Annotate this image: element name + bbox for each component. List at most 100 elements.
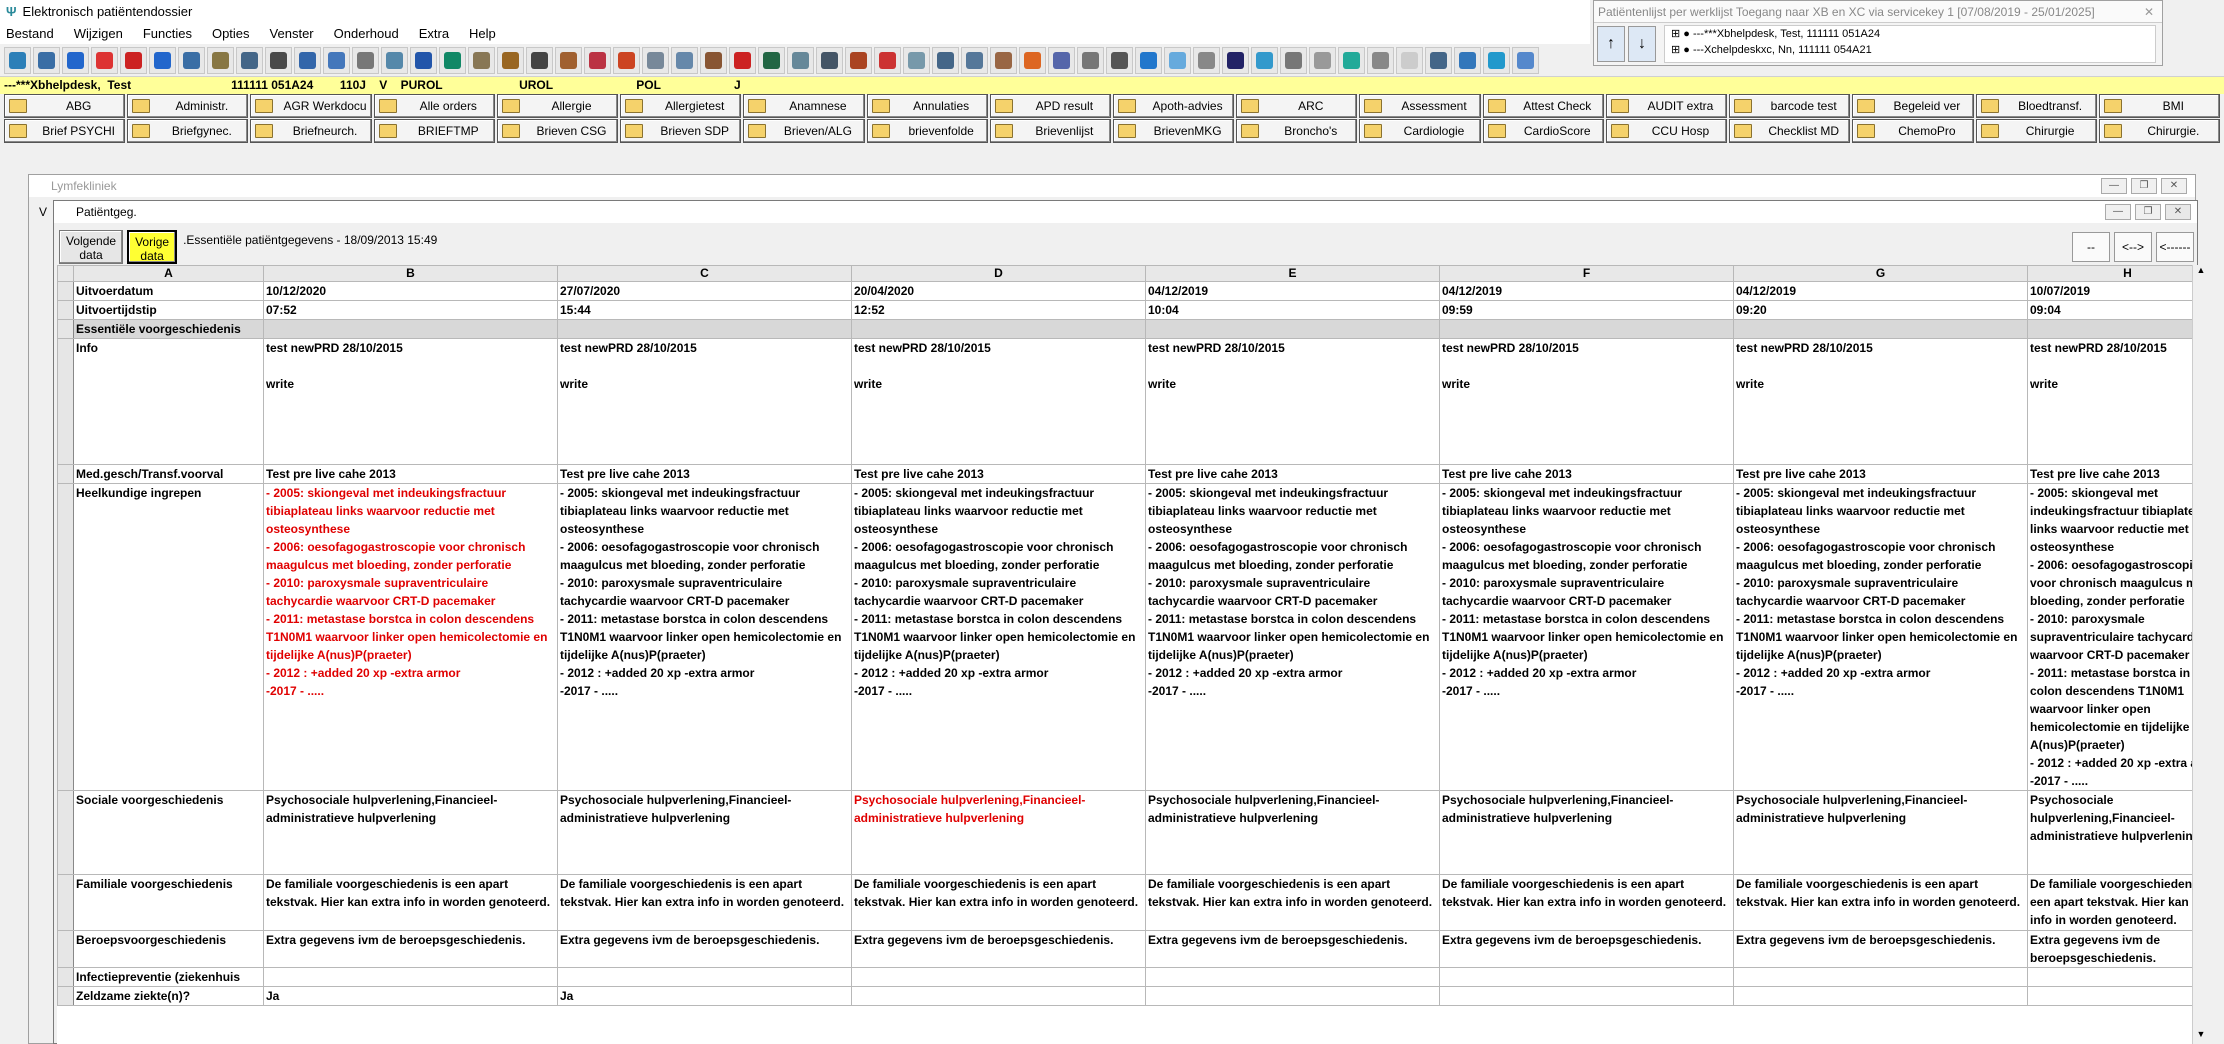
close-button[interactable]: ✕ — [2165, 204, 2191, 220]
grid-cell[interactable] — [2027, 967, 2197, 987]
grid-cell[interactable]: 04/12/2019 — [1733, 281, 2028, 301]
grid-cell[interactable]: Psychosociale hulpverlening,Financieel-a… — [851, 790, 1146, 875]
toolbar-button-icon[interactable] — [758, 47, 785, 74]
toolbar-button-icon[interactable] — [1309, 47, 1336, 74]
folder-button[interactable]: BRIEFTMP — [373, 119, 495, 143]
grid-cell[interactable] — [1145, 319, 1440, 339]
menu-help[interactable]: Help — [469, 26, 496, 41]
grid-cell[interactable]: 04/12/2019 — [1439, 281, 1734, 301]
menu-bestand[interactable]: Bestand — [6, 26, 54, 41]
grid-cell[interactable]: De familiale voorgeschiedenis is een apa… — [1145, 874, 1440, 931]
folder-button[interactable]: CardioScore — [1482, 119, 1604, 143]
toolbar-button-icon[interactable] — [1280, 47, 1307, 74]
menu-opties[interactable]: Opties — [212, 26, 250, 41]
grid-cell[interactable] — [1145, 986, 1440, 1006]
grid-cell[interactable]: - 2005: skiongeval met indeukingsfractuu… — [1733, 483, 2028, 791]
toolbar-button-icon[interactable] — [1193, 47, 1220, 74]
menu-venster[interactable]: Venster — [270, 26, 314, 41]
folder-button[interactable]: Checklist MD — [1729, 119, 1851, 143]
toolbar-button-icon[interactable] — [236, 47, 263, 74]
row-header[interactable] — [57, 967, 74, 987]
toolbar-button-icon[interactable] — [497, 47, 524, 74]
grid-cell[interactable]: - 2005: skiongeval met indeukingsfractuu… — [557, 483, 852, 791]
grid-cell[interactable]: Extra gegevens ivm de beroepsgeschiedeni… — [557, 930, 852, 968]
grid-cell[interactable]: Extra gegevens ivm de beroepsgeschiedeni… — [1733, 930, 2028, 968]
grid-cell[interactable]: Test pre live cahe 2013 — [1145, 464, 1440, 484]
grid-cell[interactable]: De familiale voorgeschiedenis is een apa… — [557, 874, 852, 931]
grid-cell[interactable]: test newPRD 28/10/2015 write — [1733, 338, 2028, 465]
toolbar-button-icon[interactable] — [265, 47, 292, 74]
toolbar-button-icon[interactable] — [1106, 47, 1133, 74]
grid-cell[interactable]: Test pre live cahe 2013 — [263, 464, 558, 484]
row-header[interactable] — [57, 986, 74, 1006]
toolbar-button-icon[interactable] — [1454, 47, 1481, 74]
restore-button[interactable]: ❐ — [2135, 204, 2161, 220]
column-header[interactable]: B — [263, 265, 558, 282]
scroll-down-icon[interactable]: ▼ — [2193, 1029, 2209, 1044]
grid-cell[interactable]: De familiale voorgeschiedenis is een apa… — [851, 874, 1146, 931]
next-data-button[interactable]: Volgende data — [59, 230, 124, 264]
grid-cell[interactable]: Extra gegevens ivm de beroepsgeschiedeni… — [2027, 930, 2197, 968]
toolbar-button-icon[interactable] — [932, 47, 959, 74]
folder-button[interactable]: Anamnese — [743, 94, 865, 118]
folder-button[interactable]: barcode test — [1729, 94, 1851, 118]
grid-cell[interactable] — [1733, 319, 2028, 339]
grid-cell[interactable]: 20/04/2020 — [851, 281, 1146, 301]
row-header[interactable] — [57, 464, 74, 484]
grid-cell[interactable] — [1439, 986, 1734, 1006]
toolbar-button-icon[interactable] — [642, 47, 669, 74]
grid-cell[interactable]: test newPRD 28/10/2015 write — [557, 338, 852, 465]
grid-cell[interactable]: Test pre live cahe 2013 — [2027, 464, 2197, 484]
grid-cell[interactable] — [557, 967, 852, 987]
toolbar-button-icon[interactable] — [729, 47, 756, 74]
toolbar-button-icon[interactable] — [178, 47, 205, 74]
toolbar-button-icon[interactable] — [120, 47, 147, 74]
folder-button[interactable]: ARC — [1236, 94, 1358, 118]
grid-cell[interactable]: Extra gegevens ivm de beroepsgeschiedeni… — [1439, 930, 1734, 968]
grid-cell[interactable]: - 2005: skiongeval met indeukingsfractuu… — [851, 483, 1146, 791]
toolbar-button-icon[interactable] — [1048, 47, 1075, 74]
grid-cell[interactable]: Test pre live cahe 2013 — [1733, 464, 2028, 484]
toolbar-button-icon[interactable] — [1396, 47, 1423, 74]
grid-cell[interactable]: 09:04 — [2027, 300, 2197, 320]
folder-button[interactable]: Brief PSYCHI — [4, 119, 126, 143]
toolbar-button-icon[interactable] — [1338, 47, 1365, 74]
folder-button[interactable]: Chirurgie — [1975, 119, 2097, 143]
menu-functies[interactable]: Functies — [143, 26, 192, 41]
folder-button[interactable]: Chirurgie. — [2098, 119, 2220, 143]
toolbar-button-icon[interactable] — [4, 47, 31, 74]
row-header[interactable] — [57, 300, 74, 320]
previous-data-button[interactable]: Vorige data — [127, 230, 178, 264]
row-header[interactable] — [57, 483, 74, 791]
grid-cell[interactable]: Psychosociale hulpverlening,Financieel-a… — [1733, 790, 2028, 875]
minimize-button[interactable]: — — [2101, 178, 2127, 194]
column-header[interactable]: C — [557, 265, 852, 282]
toolbar-button-icon[interactable] — [874, 47, 901, 74]
row-header[interactable] — [57, 790, 74, 875]
grid-cell[interactable]: - 2005: skiongeval met indeukingsfractuu… — [1439, 483, 1734, 791]
folder-button[interactable]: Briefgynec. — [127, 119, 249, 143]
grid-cell[interactable] — [557, 319, 852, 339]
grid-cell[interactable]: test newPRD 28/10/2015 write — [263, 338, 558, 465]
toolbar-button-icon[interactable] — [671, 47, 698, 74]
worklist-item[interactable]: ⊞ ● ---Xchelpdeskxc, Nn, 111111 054A21 — [1665, 42, 2155, 58]
grid-cell[interactable]: 10:04 — [1145, 300, 1440, 320]
nav-shrink-button[interactable]: <--> — [2114, 232, 2152, 262]
grid-cell[interactable]: Psychosociale hulpverlening,Financieel-a… — [263, 790, 558, 875]
grid-cell[interactable]: 10/12/2020 — [263, 281, 558, 301]
folder-button[interactable]: Brievenlijst — [989, 119, 1111, 143]
folder-button[interactable]: Begeleid ver — [1852, 94, 1974, 118]
grid-cell[interactable] — [1733, 967, 2028, 987]
grid-cell[interactable]: Extra gegevens ivm de beroepsgeschiedeni… — [1145, 930, 1440, 968]
scroll-up-icon[interactable]: ▲ — [2193, 265, 2209, 281]
grid-cell[interactable]: Ja — [263, 986, 558, 1006]
toolbar-button-icon[interactable] — [1019, 47, 1046, 74]
grid-cell[interactable]: 09:20 — [1733, 300, 2028, 320]
nav-expand-button[interactable]: <------> — [2156, 232, 2194, 282]
grid-cell[interactable] — [1145, 967, 1440, 987]
menu-extra[interactable]: Extra — [419, 26, 449, 41]
grid-cell[interactable]: test newPRD 28/10/2015 write — [1145, 338, 1440, 465]
grid-cell[interactable]: De familiale voorgeschiedenis is een apa… — [1439, 874, 1734, 931]
row-header[interactable] — [57, 874, 74, 931]
grid-cell[interactable]: De familiale voorgeschiedenis is een apa… — [2027, 874, 2197, 931]
